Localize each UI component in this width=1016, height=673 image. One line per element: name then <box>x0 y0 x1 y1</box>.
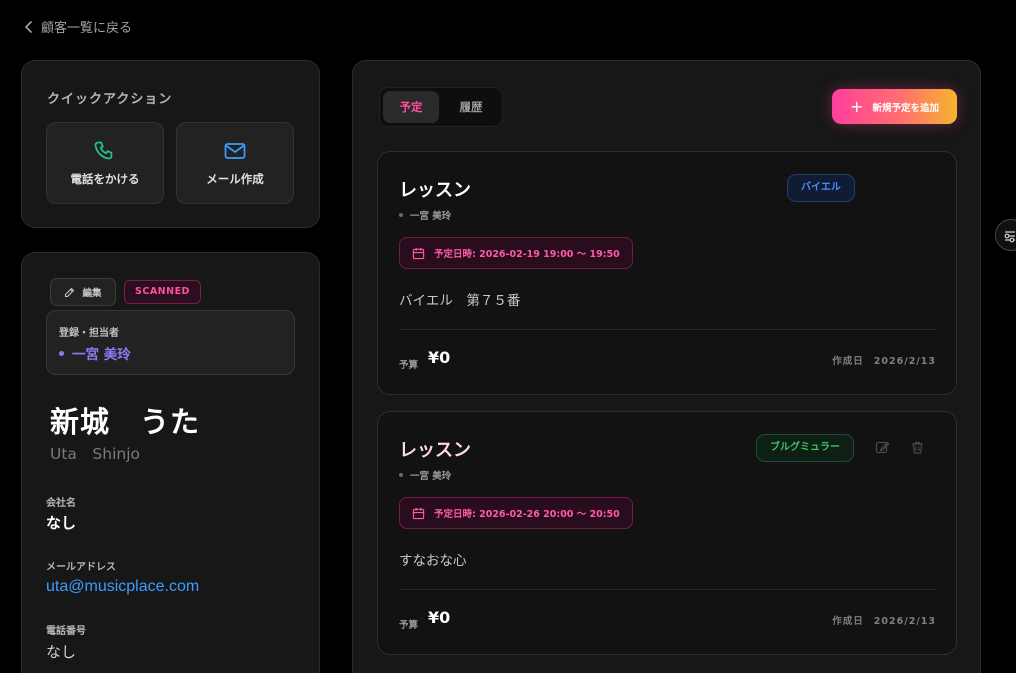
add-appointment-button[interactable]: + 新規予定を追加 <box>832 89 957 124</box>
appointment-title: レッスン <box>399 180 471 201</box>
appointment-datetime: 予定日時: 2026-02-19 19:00 〜 19:50 <box>399 237 633 269</box>
created-value: 2026/2/13 <box>873 616 936 627</box>
add-appointment-label: 新規予定を追加 <box>872 102 939 114</box>
appointment-staff: 一宮 美玲 <box>399 468 451 482</box>
calendar-icon <box>412 507 425 519</box>
staff-dot-icon <box>399 473 403 477</box>
appointment-datetime-text: 予定日時: 2026-02-26 20:00 〜 20:50 <box>434 509 620 520</box>
back-link-label: 顧客一覧に戻る <box>41 21 133 36</box>
edit-button-label: 編集 <box>82 288 102 299</box>
schedule-panel: 予定 履歴 + 新規予定を追加 レッスン 一宮 美玲 バイエル 予定日時: 20… <box>352 60 981 673</box>
phone-label: 電話番号 <box>46 626 86 637</box>
tab-history[interactable]: 履歴 <box>443 91 499 123</box>
budget-label: 予算 <box>399 620 419 631</box>
trash-icon[interactable] <box>910 440 925 455</box>
plus-icon: + <box>850 96 864 116</box>
status-badge: SCANNED <box>124 280 201 304</box>
floating-toggle-button[interactable] <box>995 219 1016 251</box>
tab-scheduled[interactable]: 予定 <box>383 91 439 123</box>
created-date: 作成日 2026/2/13 <box>832 613 936 627</box>
appointment-card[interactable]: レッスン 一宮 美玲 ブルグミュラー 予定日時: 2026-02-26 20:0… <box>377 411 957 655</box>
created-label: 作成日 <box>832 616 864 627</box>
created-date: 作成日 2026/2/13 <box>832 353 936 367</box>
divider <box>399 329 937 330</box>
staff-dot-icon <box>399 213 403 217</box>
created-value: 2026/2/13 <box>873 356 936 367</box>
staff-name: 一宮 美玲 <box>59 343 131 363</box>
phone-icon <box>94 141 113 160</box>
call-button-label: 電話をかける <box>70 172 140 186</box>
compose-mail-button[interactable]: メール作成 <box>176 122 294 204</box>
appointment-staff: 一宮 美玲 <box>399 208 451 222</box>
created-label: 作成日 <box>832 356 864 367</box>
phone-value: なし <box>46 643 77 661</box>
appointment-actions <box>875 440 925 455</box>
schedule-tabs: 予定 履歴 <box>379 87 503 127</box>
appointment-category-badge: バイエル <box>787 174 855 202</box>
edit-button[interactable]: 編集 <box>50 278 116 306</box>
back-to-customer-list-link[interactable]: 顧客一覧に戻る <box>24 17 132 36</box>
appointment-datetime: 予定日時: 2026-02-26 20:00 〜 20:50 <box>399 497 633 529</box>
quick-actions-title: クイックアクション <box>47 92 173 107</box>
company-label: 会社名 <box>46 498 76 509</box>
staff-name-text: 一宮 美玲 <box>72 347 131 363</box>
pencil-icon <box>65 287 75 298</box>
mail-icon <box>224 143 246 159</box>
appointment-card[interactable]: レッスン 一宮 美玲 バイエル 予定日時: 2026-02-19 19:00 〜… <box>377 151 957 395</box>
staff-label: 登録・担当者 <box>59 328 119 339</box>
customer-name-jp: 新城 うた <box>50 405 201 439</box>
budget-value: ¥0 <box>428 608 451 627</box>
email-label: メールアドレス <box>46 562 116 573</box>
sliders-icon <box>1004 231 1015 243</box>
quick-actions-card: クイックアクション 電話をかける メール作成 <box>21 60 320 228</box>
customer-profile-card: 編集 SCANNED 登録・担当者 一宮 美玲 新城 うた Uta Shinjo… <box>21 252 320 673</box>
budget-value: ¥0 <box>428 348 451 367</box>
email-link[interactable]: uta@musicplace.com <box>46 578 199 596</box>
appointment-note: すなおな心 <box>399 553 467 569</box>
company-value: なし <box>46 514 77 532</box>
edit-icon[interactable] <box>875 440 890 455</box>
appointment-staff-name: 一宮 美玲 <box>410 471 452 482</box>
call-button[interactable]: 電話をかける <box>46 122 164 204</box>
appointment-note: バイエル 第７５番 <box>399 293 521 309</box>
assigned-staff-box: 登録・担当者 一宮 美玲 <box>46 310 295 375</box>
compose-mail-label: メール作成 <box>206 172 264 186</box>
appointment-category-badge: ブルグミュラー <box>756 434 854 462</box>
calendar-icon <box>412 247 425 259</box>
appointment-title: レッスン <box>399 440 471 461</box>
staff-dot-icon <box>59 350 64 356</box>
appointment-datetime-text: 予定日時: 2026-02-19 19:00 〜 19:50 <box>434 249 620 260</box>
appointment-staff-name: 一宮 美玲 <box>410 211 452 222</box>
budget-label: 予算 <box>399 360 419 371</box>
chevron-left-icon <box>25 20 32 33</box>
divider <box>399 589 937 590</box>
customer-name-en: Uta Shinjo <box>50 445 141 463</box>
